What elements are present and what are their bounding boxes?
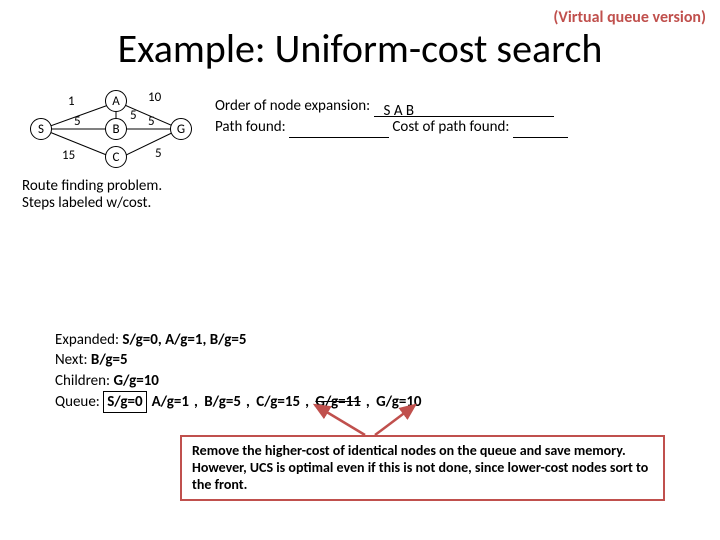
page-title: Example: Uniform-cost search (0, 24, 720, 73)
node-g: G (170, 118, 192, 140)
node-a: A (105, 90, 127, 112)
edge-ab: 5 (130, 108, 137, 123)
queue-item: A/g=1 (149, 392, 192, 412)
trace-block: Expanded: S/g=0, A/g=1, B/g=5 Next: B/g=… (55, 330, 427, 413)
graph-caption: Route finding problem. Steps labeled w/c… (22, 178, 162, 213)
question-path: Path found: Cost of path found: (215, 117, 568, 138)
queue-list: S/g=0A/g=1, B/g=5, C/g=15, G/g=11, G/g=1… (103, 393, 426, 411)
queue-item: B/g=5 (201, 392, 244, 412)
caption-line2: Steps labeled w/cost. (22, 195, 162, 212)
queue-item: G/g=10 (373, 392, 424, 412)
question-expansion: Order of node expansion: S A B (215, 96, 568, 117)
edge-cg: 5 (155, 146, 162, 161)
edge-sa: 1 (68, 94, 75, 109)
edge-sc: 15 (62, 148, 75, 163)
blank-cost (513, 122, 568, 139)
node-s: S (30, 118, 52, 140)
graph-diagram: S A B C G 1 5 15 5 10 5 5 (30, 88, 210, 173)
edge-bg: 5 (148, 114, 155, 129)
queue-item: S/g=0 (103, 391, 146, 413)
edge-ag: 10 (148, 90, 161, 105)
node-c: C (105, 146, 127, 168)
queue-item: G/g=11 (312, 392, 363, 412)
edge-sb: 5 (74, 114, 81, 129)
questions-block: Order of node expansion: S A B Path foun… (215, 96, 568, 138)
node-b: B (105, 118, 127, 140)
note-box: Remove the higher-cost of identical node… (180, 435, 665, 501)
blank-path (289, 122, 389, 139)
queue-item: C/g=15 (253, 392, 303, 412)
caption-line1: Route finding problem. (22, 178, 162, 195)
answer-expansion: S A B (374, 101, 554, 118)
